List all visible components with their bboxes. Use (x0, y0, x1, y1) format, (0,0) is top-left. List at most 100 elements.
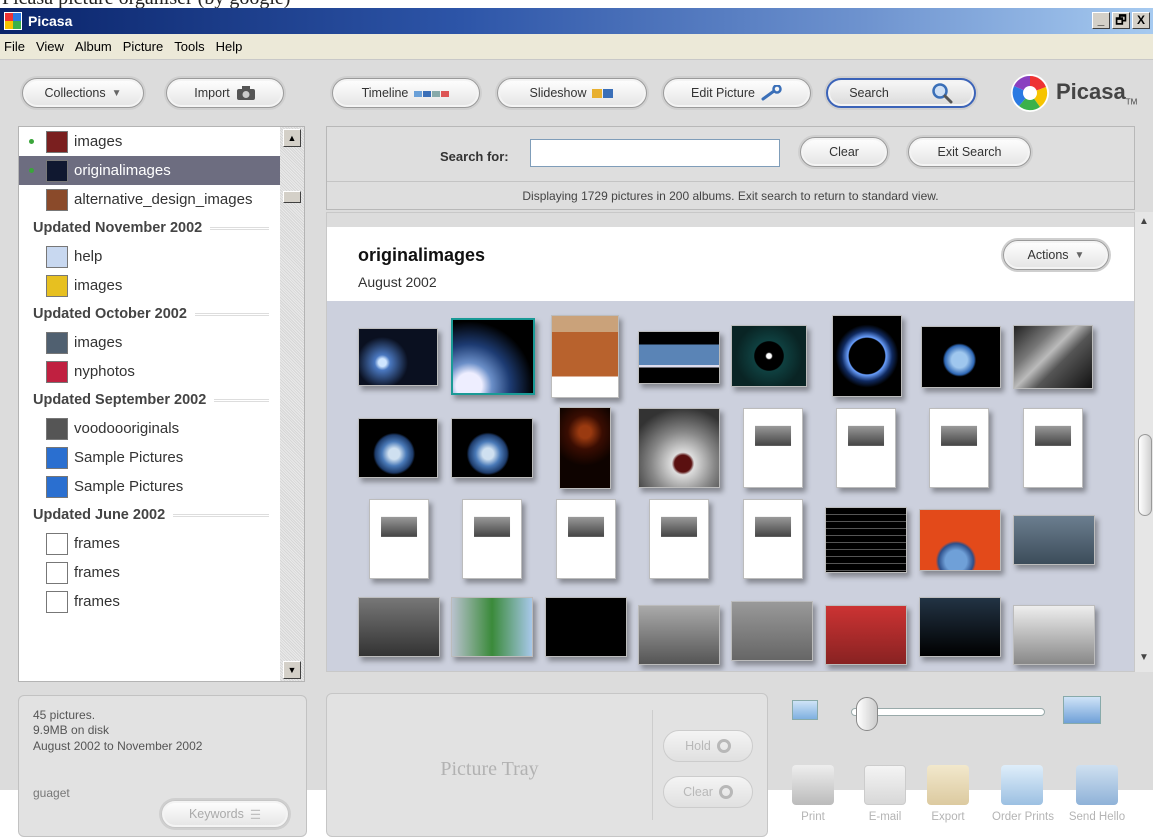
photo-thumbnail[interactable] (1023, 408, 1083, 488)
title-bar[interactable]: Picasa _ 🗗 X (0, 8, 1153, 34)
photo-thumbnail[interactable] (358, 597, 440, 657)
photo-thumbnail[interactable] (462, 499, 522, 579)
photo-thumbnail[interactable] (832, 315, 902, 397)
album-list-scrollbar[interactable]: ▲ ▼ (280, 127, 304, 681)
album-item[interactable]: originalimages (19, 156, 281, 185)
photo-thumbnail[interactable] (743, 408, 803, 488)
photo-thumbnail[interactable] (921, 326, 1001, 388)
album-item[interactable]: frames (19, 558, 281, 587)
menu-tools[interactable]: Tools (174, 39, 204, 54)
album-item[interactable]: Sample Pictures (19, 472, 281, 501)
export-button[interactable]: Export (918, 765, 978, 823)
hold-button[interactable]: Hold (663, 730, 753, 762)
photo-thumbnail[interactable] (929, 408, 989, 488)
album-label: Sample Pictures (74, 449, 184, 466)
edit-picture-label: Edit Picture (691, 86, 755, 100)
scroll-thumb[interactable] (283, 191, 301, 203)
photo-thumbnail[interactable] (825, 605, 907, 665)
photo-thumbnail[interactable] (559, 407, 611, 489)
keywords-button[interactable]: Keywords ☰ (161, 800, 289, 828)
search-input[interactable] (530, 139, 780, 167)
dropdown-arrow-icon: ▼ (1074, 249, 1085, 261)
tray-clear-button[interactable]: Clear (663, 776, 753, 808)
group-divider (173, 513, 269, 517)
minimize-button[interactable]: _ (1092, 12, 1110, 29)
envelope-icon (864, 765, 906, 805)
scroll-down-icon[interactable]: ▼ (283, 661, 301, 679)
album-item[interactable]: images (19, 271, 281, 300)
album-item[interactable]: images (19, 127, 281, 156)
menu-picture[interactable]: Picture (123, 39, 163, 54)
photo-thumbnail[interactable] (551, 315, 619, 398)
import-button[interactable]: Import (166, 78, 284, 108)
scroll-thumb[interactable] (1138, 434, 1152, 516)
photo-thumbnail[interactable] (358, 328, 438, 386)
photo-thumbnail[interactable] (638, 331, 720, 384)
content-scrollbar[interactable]: ▲ ▼ (1135, 212, 1153, 672)
clear-search-button[interactable]: Clear (800, 137, 888, 167)
exit-search-button[interactable]: Exit Search (908, 137, 1031, 167)
photo-thumbnail[interactable] (649, 499, 709, 579)
photo-thumbnail[interactable] (358, 418, 438, 478)
photo-thumbnail[interactable] (919, 597, 1001, 657)
photo-thumbnail[interactable] (1013, 515, 1095, 565)
photo-thumbnail[interactable] (545, 597, 627, 657)
photo-thumbnail[interactable] (451, 418, 533, 478)
zoom-large-icon[interactable] (1063, 696, 1101, 724)
photo-thumbnail[interactable] (731, 325, 807, 387)
menu-file[interactable]: File (4, 39, 25, 54)
zoom-slider-track[interactable] (851, 708, 1045, 716)
picture-tray[interactable]: Picture Tray Hold Clear (326, 693, 768, 837)
album-item[interactable]: frames (19, 587, 281, 616)
album-group-label: Updated September 2002 (33, 392, 207, 408)
menu-album[interactable]: Album (75, 39, 112, 54)
album-item[interactable]: alternative_design_images (19, 185, 281, 214)
scroll-down-icon[interactable]: ▼ (1135, 652, 1153, 668)
search-button[interactable]: Search (826, 78, 976, 108)
email-button[interactable]: E-mail (855, 765, 915, 823)
photo-thumbnail[interactable] (836, 408, 896, 488)
zoom-small-icon[interactable] (792, 700, 818, 720)
photo-thumbnail[interactable] (731, 601, 813, 661)
order-prints-button[interactable]: Order Prints (992, 765, 1054, 823)
album-label: images (74, 133, 123, 150)
edit-picture-button[interactable]: Edit Picture (663, 78, 811, 108)
menu-help[interactable]: Help (216, 39, 243, 54)
photo-thumbnail[interactable] (451, 318, 535, 395)
timeline-button[interactable]: Timeline (332, 78, 480, 108)
photo-thumbnail[interactable] (1013, 325, 1093, 389)
thumbnail-grid[interactable] (327, 301, 1134, 671)
photo-thumbnail[interactable] (369, 499, 429, 579)
album-list[interactable]: images originalimages alternative_design_i… (18, 126, 305, 682)
photo-thumbnail[interactable] (638, 605, 720, 665)
collections-button[interactable]: Collections ▼ (22, 78, 144, 108)
album-item[interactable]: Sample Pictures (19, 443, 281, 472)
album-thumbnail (46, 188, 68, 211)
photo-thumbnail[interactable] (451, 597, 533, 657)
album-group-header: Updated September 2002 (19, 386, 281, 414)
send-hello-button[interactable]: Send Hello (1067, 765, 1127, 823)
app-body: Collections ▼ Import Timeline Slideshow … (0, 60, 1153, 837)
album-item[interactable]: nyphotos (19, 357, 281, 386)
photo-thumbnail[interactable] (556, 499, 616, 579)
photo-thumbnail[interactable] (919, 509, 1001, 571)
album-item[interactable]: images (19, 328, 281, 357)
slideshow-button[interactable]: Slideshow (497, 78, 647, 108)
group-divider (214, 398, 269, 402)
photo-thumbnail[interactable] (1013, 605, 1095, 665)
actions-button[interactable]: Actions ▼ (1003, 240, 1109, 270)
photo-thumbnail[interactable] (743, 499, 803, 579)
print-button[interactable]: Print (783, 765, 843, 823)
maximize-button[interactable]: 🗗 (1112, 12, 1130, 29)
scroll-up-icon[interactable]: ▲ (283, 129, 301, 147)
scroll-up-icon[interactable]: ▲ (1135, 216, 1153, 232)
album-item[interactable]: frames (19, 529, 281, 558)
menu-view[interactable]: View (36, 39, 64, 54)
photo-thumbnail[interactable] (825, 507, 907, 573)
zoom-slider-handle[interactable] (856, 697, 878, 731)
album-item[interactable]: voodoooriginals (19, 414, 281, 443)
album-item[interactable]: help (19, 242, 281, 271)
album-thumbnail (46, 360, 68, 383)
close-button[interactable]: X (1132, 12, 1150, 29)
photo-thumbnail[interactable] (638, 408, 720, 488)
